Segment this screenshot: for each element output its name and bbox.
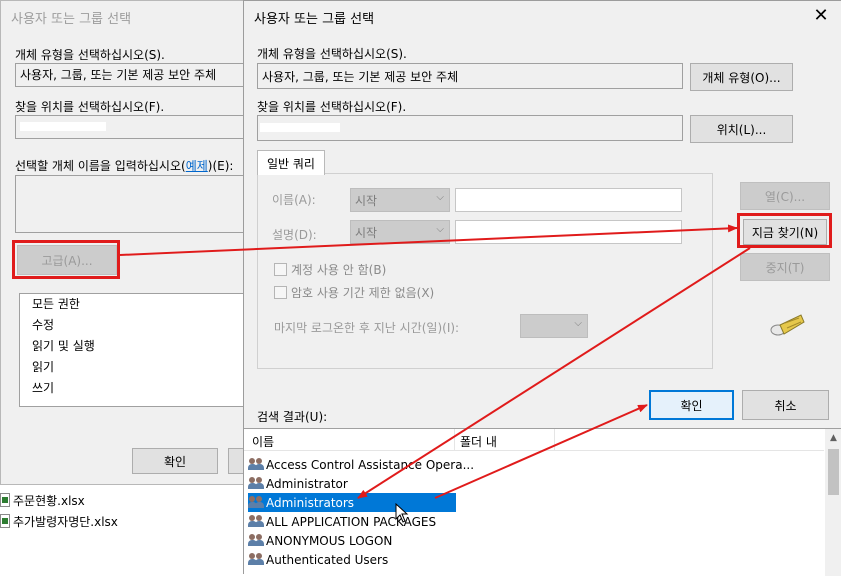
select-users-dialog: 사용자 또는 그룹 선택 ✕ 개체 유형을 선택하십시오(S). 사용자, 그룹… <box>243 0 841 576</box>
file-name: 추가발령자명단.xlsx <box>13 514 118 529</box>
result-row[interactable]: ANONYMOUS LOGON <box>248 531 392 550</box>
dialog-title: 사용자 또는 그룹 선택 <box>254 12 375 27</box>
file-name: 주문현황.xlsx <box>13 493 85 508</box>
scroll-up-icon[interactable]: ▲ <box>825 429 841 446</box>
name-label: 이름(A): <box>272 193 316 207</box>
object-type-label: 개체 유형을 선택하십시오(S). <box>257 47 407 61</box>
chevron-down-icon: ⌵ <box>574 318 582 329</box>
excel-file-icon <box>0 493 10 507</box>
columns-button[interactable]: 열(C)... <box>740 182 830 210</box>
column-header-name[interactable]: 이름 <box>252 433 274 450</box>
object-type-label: 개체 유형을 선택하십시오(S). <box>15 48 165 62</box>
location-label: 찾을 위치를 선택하십시오(F). <box>15 100 165 114</box>
column-header-folder[interactable]: 폴더 내 <box>460 433 497 450</box>
result-name: Administrator <box>266 476 348 491</box>
checkbox-box <box>274 286 287 299</box>
dialog-title: 사용자 또는 그룹 선택 <box>11 12 132 27</box>
close-icon[interactable]: ✕ <box>809 3 833 27</box>
name-match-combo[interactable]: 시작 ⌵ <box>350 188 450 212</box>
result-name: Authenticated Users <box>266 552 389 567</box>
group-icon <box>248 495 264 510</box>
highlight-box-find-now <box>737 213 832 248</box>
cancel-button[interactable]: 취소 <box>742 390 829 420</box>
explorer-file-row[interactable]: 추가발령자명단.xlsx <box>0 511 118 531</box>
user-icon <box>248 476 264 491</box>
redacted-text <box>20 122 106 131</box>
examples-link[interactable]: 예제 <box>186 159 208 173</box>
checkbox-box <box>274 263 287 276</box>
object-type-field: 사용자, 그룹, 또는 기본 제공 보안 주체 <box>15 63 255 87</box>
vertical-scrollbar[interactable]: ▲ <box>825 429 841 576</box>
group-icon <box>248 514 264 529</box>
result-name: Administrators <box>266 495 355 510</box>
common-queries-panel: 이름(A): 시작 ⌵ 설명(D): 시작 ⌵ 계정 사용 안 함(B) 암호 … <box>257 173 713 369</box>
description-input[interactable] <box>455 220 682 244</box>
result-row[interactable]: Access Control Assistance Opera... <box>248 455 474 474</box>
results-header: 이름 폴더 내 <box>244 429 824 451</box>
chevron-down-icon: ⌵ <box>436 224 444 235</box>
list-item: 읽기 <box>32 360 55 374</box>
excel-file-icon <box>0 514 10 528</box>
description-label: 설명(D): <box>272 228 317 242</box>
group-icon <box>248 552 264 567</box>
search-results-list[interactable]: 이름 폴더 내 Access Control Assistance Opera.… <box>244 428 841 576</box>
result-row[interactable]: Authenticated Users <box>248 550 388 569</box>
result-name: Access Control Assistance Opera... <box>266 457 475 472</box>
result-name: ALL APPLICATION PACKAGES <box>266 514 437 529</box>
permission-list: 모든 권한 수정 읽기 및 실행 읽기 쓰기 <box>19 293 249 407</box>
list-item: 읽기 및 실행 <box>32 339 95 353</box>
days-since-logon-label: 마지막 로그온한 후 지난 시간(일)(I): <box>274 321 460 335</box>
scrollbar-thumb[interactable] <box>828 449 839 495</box>
search-results-label: 검색 결과(U): <box>257 410 328 424</box>
days-since-logon-combo[interactable]: ⌵ <box>520 314 588 338</box>
enter-names-input[interactable] <box>15 175 255 233</box>
search-flashlight-icon <box>768 309 808 339</box>
object-types-button[interactable]: 개체 유형(O)... <box>690 63 793 91</box>
mouse-cursor-icon <box>395 502 409 526</box>
stop-button[interactable]: 중지(T) <box>740 253 830 281</box>
back-ok-button[interactable]: 확인 <box>132 448 218 474</box>
tab-common-queries[interactable]: 일반 쿼리 <box>257 150 325 175</box>
group-icon <box>248 533 264 548</box>
non-expiring-password-checkbox[interactable]: 암호 사용 기간 제한 없음(X) <box>274 284 434 301</box>
object-type-field: 사용자, 그룹, 또는 기본 제공 보안 주체 <box>257 63 683 89</box>
description-match-combo[interactable]: 시작 ⌵ <box>350 220 450 244</box>
redacted-text <box>260 123 340 132</box>
group-icon <box>248 457 264 472</box>
highlight-box-advanced <box>12 240 120 279</box>
ok-button[interactable]: 확인 <box>649 390 734 420</box>
list-item: 쓰기 <box>32 381 55 395</box>
location-field <box>15 115 255 139</box>
chevron-down-icon: ⌵ <box>436 192 444 203</box>
disabled-accounts-checkbox[interactable]: 계정 사용 안 함(B) <box>274 261 386 278</box>
locations-button[interactable]: 위치(L)... <box>690 115 793 143</box>
location-label: 찾을 위치를 선택하십시오(F). <box>257 100 407 114</box>
list-item: 수정 <box>32 318 55 332</box>
list-item: 모든 권한 <box>32 297 80 311</box>
explorer-file-row[interactable]: 주문현황.xlsx <box>0 490 85 510</box>
name-input[interactable] <box>455 188 682 212</box>
enter-names-label: 선택할 개체 이름을 입력하십시오(예제)(E): <box>15 159 234 173</box>
result-name: ANONYMOUS LOGON <box>266 533 393 548</box>
result-row[interactable]: Administrators <box>248 493 456 512</box>
result-row[interactable]: Administrator <box>248 474 348 493</box>
location-field <box>257 115 683 141</box>
